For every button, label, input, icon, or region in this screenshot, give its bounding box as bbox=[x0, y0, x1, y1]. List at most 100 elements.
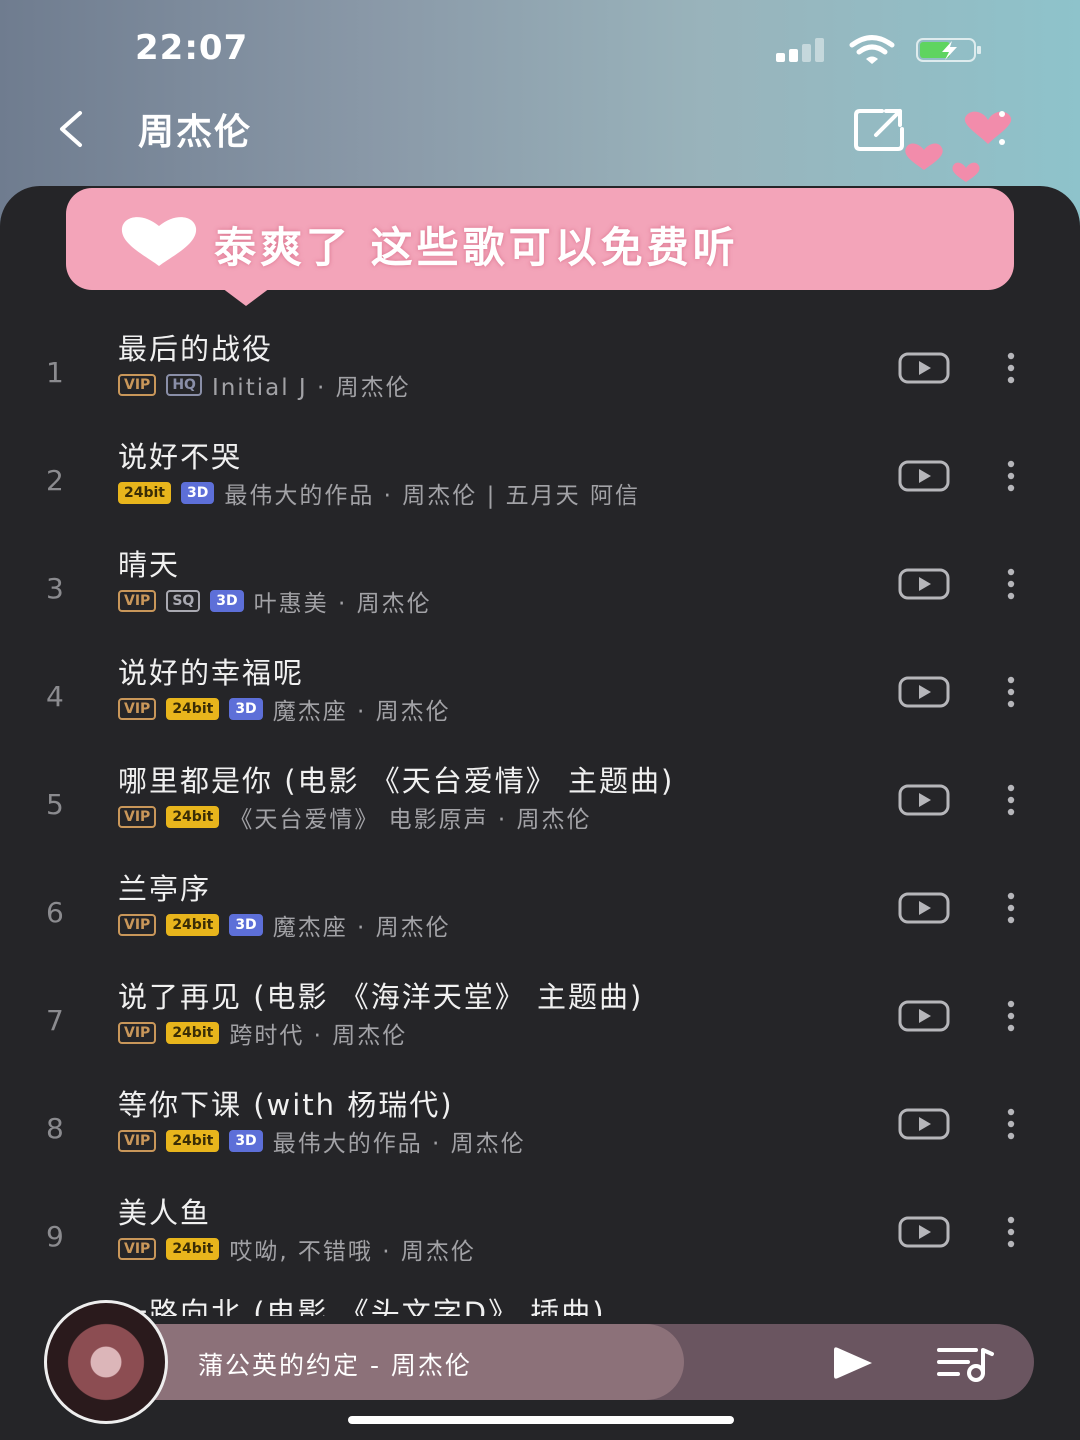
song-title: 说了再见 (电影 《海洋天堂》 主题曲) bbox=[118, 980, 644, 1014]
quality-badge: 24bit bbox=[118, 482, 171, 504]
mv-play-icon[interactable] bbox=[898, 1108, 950, 1140]
status-time: 22:07 bbox=[135, 28, 249, 68]
track-number: 7 bbox=[46, 1004, 64, 1037]
song-title: 最后的战役 bbox=[118, 332, 274, 366]
mv-play-icon[interactable] bbox=[898, 1000, 950, 1032]
song-album-artist: 魔杰座 · 周杰伦 bbox=[272, 915, 451, 941]
mv-play-icon[interactable] bbox=[898, 676, 950, 708]
list-item[interactable]: 3 晴天 VIP SQ 3D 叶惠美 · 周杰伦 bbox=[0, 538, 1080, 646]
quality-badge: HQ bbox=[166, 374, 202, 396]
track-number: 5 bbox=[46, 788, 64, 821]
track-number: 1 bbox=[46, 356, 64, 389]
status-bar: 22:07 bbox=[0, 0, 1080, 95]
heart-icon bbox=[905, 111, 1012, 182]
quality-badge: VIP bbox=[118, 1130, 157, 1152]
quality-badge: VIP bbox=[118, 914, 157, 936]
album-disc bbox=[44, 1300, 168, 1424]
quality-badge: VIP bbox=[118, 374, 157, 396]
more-dots-icon[interactable] bbox=[996, 674, 1026, 710]
mv-play-icon[interactable] bbox=[898, 568, 950, 600]
quality-badge: 3D bbox=[229, 1130, 263, 1152]
song-album-artist: Initial J · 周杰伦 bbox=[211, 375, 411, 401]
more-dots-icon[interactable] bbox=[996, 998, 1026, 1034]
mv-play-icon[interactable] bbox=[898, 892, 950, 924]
song-album-artist: 最伟大的作品 · 周杰伦 bbox=[272, 1131, 526, 1157]
quality-badge: 24bit bbox=[166, 698, 220, 720]
song-title: 哪里都是你 (电影 《天台爱情》 主题曲) bbox=[118, 764, 675, 798]
song-title: 兰亭序 bbox=[118, 872, 212, 906]
quality-badge: VIP bbox=[118, 590, 157, 612]
album-cover[interactable] bbox=[44, 1300, 168, 1424]
list-item[interactable]: 1 最后的战役 VIP HQ Initial J · 周杰伦 bbox=[0, 322, 1080, 430]
track-number: 3 bbox=[46, 572, 64, 605]
play-icon[interactable] bbox=[832, 1344, 876, 1382]
wifi-icon bbox=[849, 35, 895, 64]
list-item[interactable]: 7 说了再见 (电影 《海洋天堂》 主题曲) VIP 24bit 跨时代 · 周杰伦 bbox=[0, 970, 1080, 1078]
more-dots-icon[interactable] bbox=[996, 782, 1026, 818]
list-item[interactable]: 6 兰亭序 VIP 24bit 3D 魔杰座 · 周杰伦 bbox=[0, 862, 1080, 970]
quality-badge: 3D bbox=[210, 590, 244, 612]
mv-play-icon[interactable] bbox=[898, 1216, 950, 1248]
page-title: 周杰伦 bbox=[138, 112, 253, 153]
song-title: 晴天 bbox=[118, 548, 181, 582]
list-item[interactable]: 5 哪里都是你 (电影 《天台爱情》 主题曲) VIP 24bit 《天台爱情》 电影原… bbox=[0, 754, 1080, 862]
quality-badge: 24bit bbox=[166, 1022, 220, 1044]
list-item-partial[interactable]: 一路向北 (电影 《头文字D》 插曲) bbox=[118, 1290, 1018, 1316]
banner-pointer bbox=[222, 288, 270, 306]
song-album-artist: 哎呦, 不错哦 · 周杰伦 bbox=[229, 1239, 476, 1265]
song-meta: 24bit 3D 最伟大的作品 · 周杰伦 | 五月天 阿信 bbox=[118, 478, 640, 509]
song-meta: VIP 24bit 跨时代 · 周杰伦 bbox=[118, 1018, 408, 1049]
quality-badge: VIP bbox=[118, 1238, 157, 1260]
song-title: 说好的幸福呢 bbox=[118, 656, 305, 690]
mv-play-icon[interactable] bbox=[898, 784, 950, 816]
song-album-artist: 《天台爱情》 电影原声 · 周杰伦 bbox=[229, 807, 592, 833]
mv-play-icon[interactable] bbox=[898, 460, 950, 492]
more-dots-icon[interactable] bbox=[996, 458, 1026, 494]
track-number: 2 bbox=[46, 464, 64, 497]
quality-badge: 3D bbox=[229, 698, 263, 720]
quality-badge: 24bit bbox=[166, 1130, 220, 1152]
track-number: 8 bbox=[46, 1112, 64, 1145]
song-title: 说好不哭 bbox=[118, 440, 243, 474]
song-meta: VIP 24bit 3D 最伟大的作品 · 周杰伦 bbox=[118, 1126, 526, 1157]
song-meta: VIP HQ Initial J · 周杰伦 bbox=[118, 370, 411, 401]
list-item[interactable]: 4 说好的幸福呢 VIP 24bit 3D 魔杰座 · 周杰伦 bbox=[0, 646, 1080, 754]
song-title: 等你下课 (with 杨瑞代) bbox=[118, 1088, 454, 1122]
song-title: 美人鱼 bbox=[118, 1196, 212, 1230]
playlist-icon[interactable] bbox=[936, 1344, 996, 1382]
quality-badge: 24bit bbox=[166, 1238, 220, 1260]
quality-badge: VIP bbox=[118, 1022, 157, 1044]
home-indicator[interactable] bbox=[348, 1416, 734, 1424]
heart-icon bbox=[121, 217, 197, 266]
more-dots-icon[interactable] bbox=[996, 1214, 1026, 1250]
quality-badge: VIP bbox=[118, 806, 157, 828]
more-dots-icon[interactable] bbox=[996, 1106, 1026, 1142]
quality-badge: VIP bbox=[118, 698, 157, 720]
quality-badge: 24bit bbox=[166, 806, 220, 828]
track-number: 9 bbox=[46, 1220, 64, 1253]
more-dots-icon[interactable] bbox=[996, 890, 1026, 926]
list-item[interactable]: 9 美人鱼 VIP 24bit 哎呦, 不错哦 · 周杰伦 bbox=[0, 1186, 1080, 1294]
song-title: 一路向北 (电影 《头文字D》 插曲) bbox=[118, 1296, 606, 1316]
quality-badge: SQ bbox=[166, 590, 201, 612]
quality-badge: 3D bbox=[229, 914, 263, 936]
track-number: 4 bbox=[46, 680, 64, 713]
song-album-artist: 跨时代 · 周杰伦 bbox=[229, 1023, 408, 1049]
back-chevron-icon[interactable] bbox=[52, 103, 92, 155]
song-meta: VIP 24bit 3D 魔杰座 · 周杰伦 bbox=[118, 694, 451, 725]
mv-play-icon[interactable] bbox=[898, 352, 950, 384]
more-dots-icon[interactable] bbox=[996, 350, 1026, 386]
list-item[interactable]: 2 说好不哭 24bit 3D 最伟大的作品 · 周杰伦 | 五月天 阿信 bbox=[0, 430, 1080, 538]
more-dots-icon[interactable] bbox=[996, 566, 1026, 602]
cellular-signal-icon bbox=[776, 38, 832, 62]
quality-badge: 24bit bbox=[166, 914, 220, 936]
song-meta: VIP 24bit 哎呦, 不错哦 · 周杰伦 bbox=[118, 1234, 476, 1265]
song-album-artist: 魔杰座 · 周杰伦 bbox=[272, 699, 451, 725]
now-playing-text: 蒲公英的约定 - 周杰伦 bbox=[198, 1351, 472, 1380]
battery-icon bbox=[916, 38, 981, 62]
song-meta: VIP SQ 3D 叶惠美 · 周杰伦 bbox=[118, 586, 432, 617]
song-album-artist: 最伟大的作品 · 周杰伦 | 五月天 阿信 bbox=[224, 483, 640, 509]
list-item[interactable]: 8 等你下课 (with 杨瑞代) VIP 24bit 3D 最伟大的作品 · 周杰伦 bbox=[0, 1078, 1080, 1186]
quality-badge: 3D bbox=[181, 482, 215, 504]
song-meta: VIP 24bit 3D 魔杰座 · 周杰伦 bbox=[118, 910, 451, 941]
